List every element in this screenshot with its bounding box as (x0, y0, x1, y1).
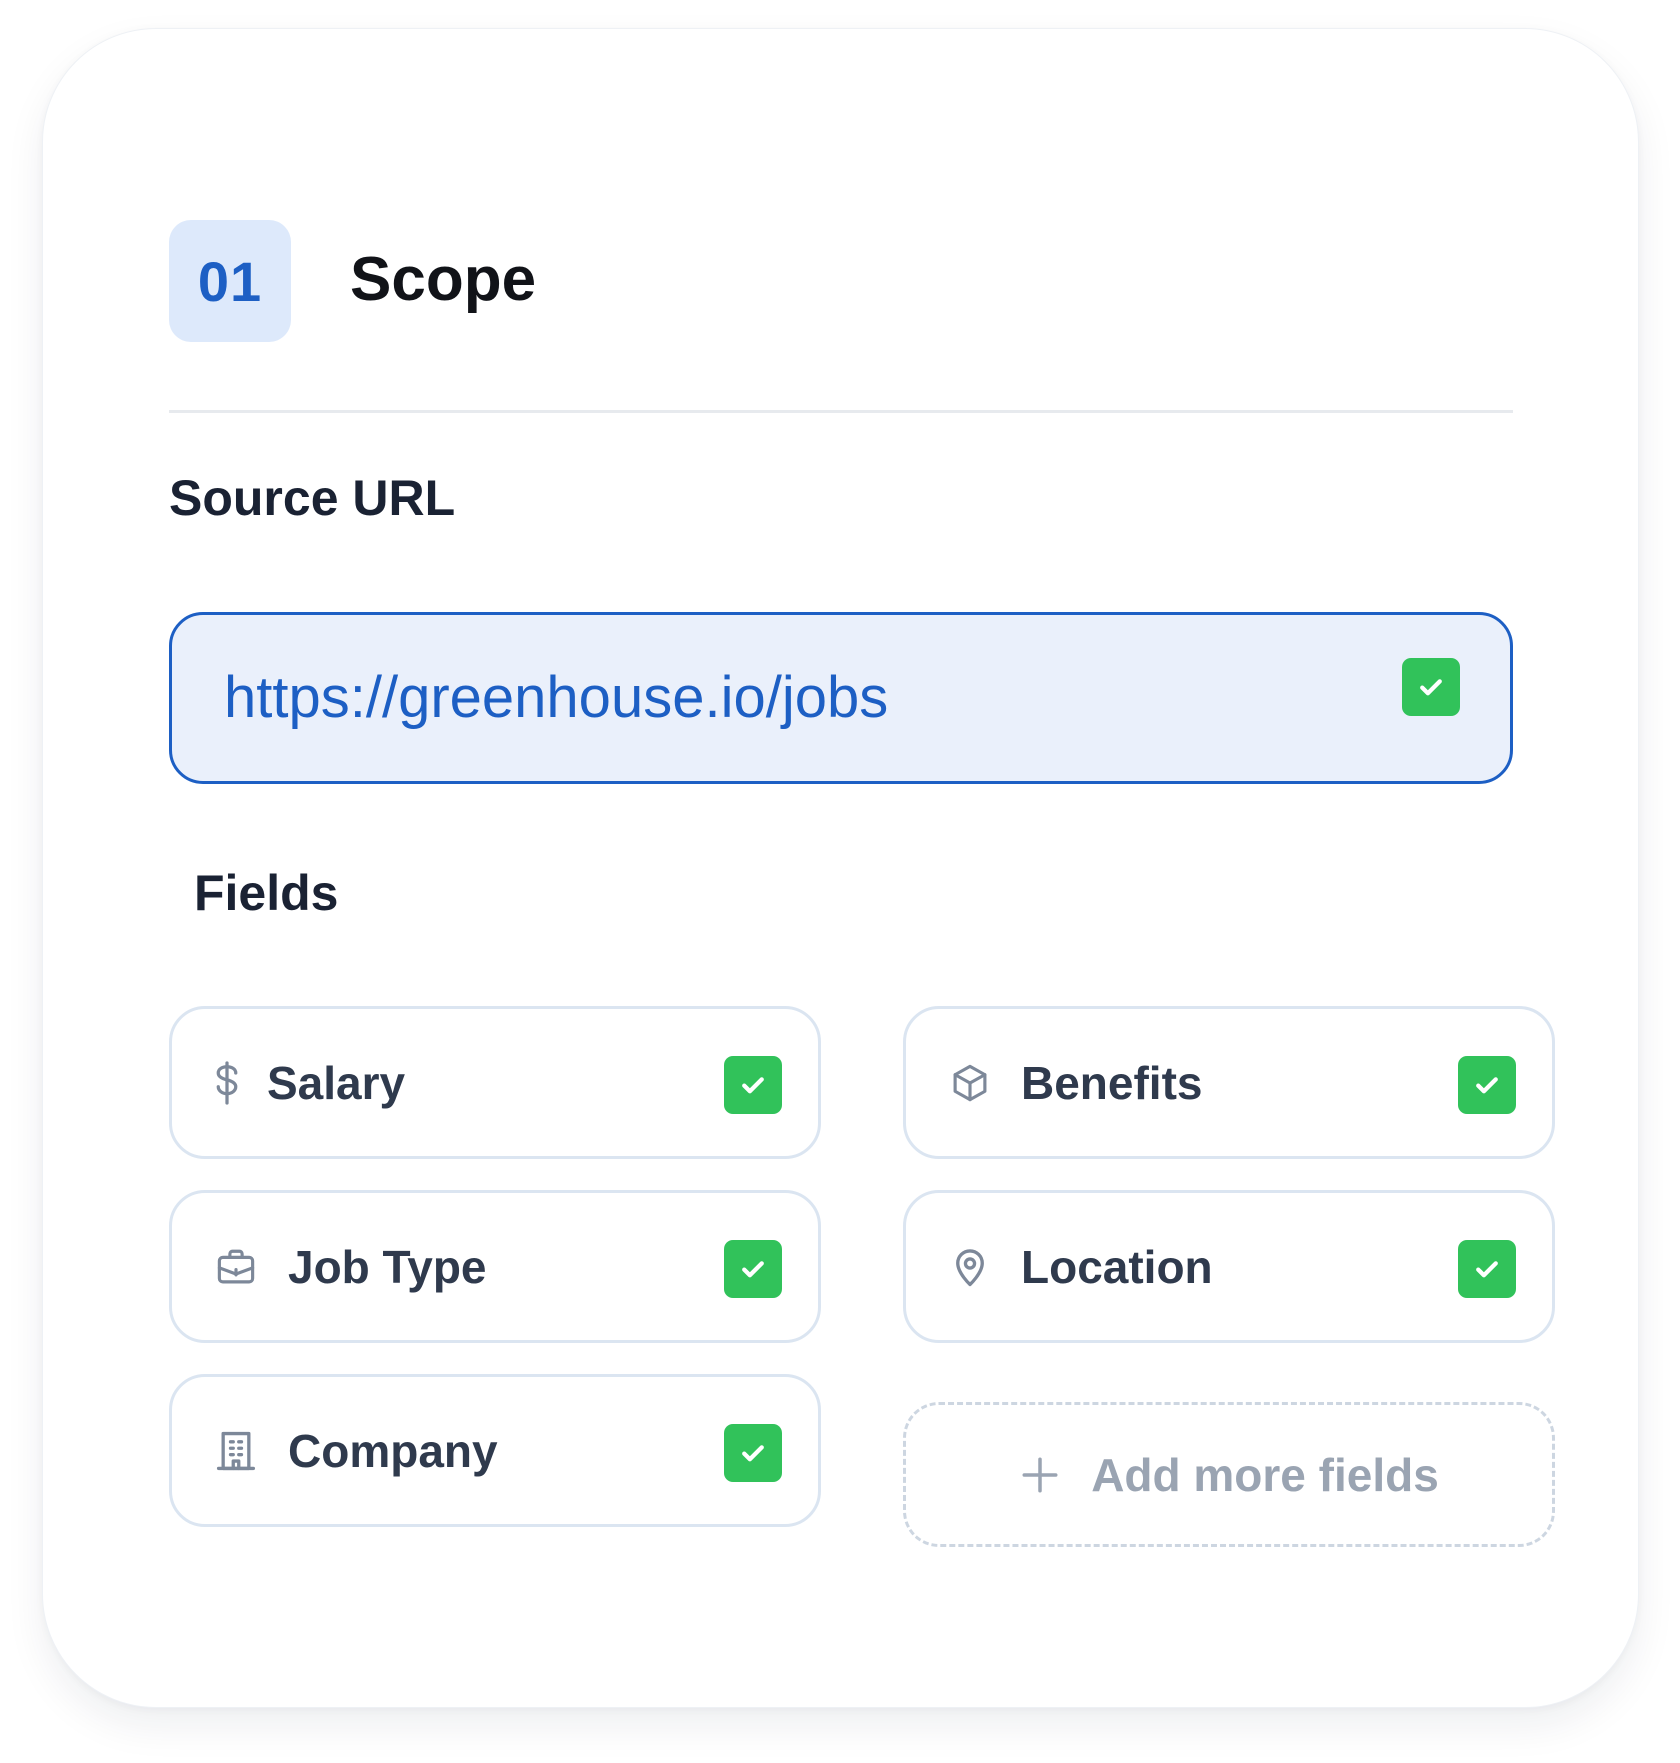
field-card-salary[interactable]: Salary (169, 1006, 821, 1159)
scope-card: 01 Scope Source URL https://greenhouse.i… (42, 28, 1639, 1708)
add-more-fields-label: Add more fields (1091, 1448, 1439, 1501)
step-number-badge: 01 (169, 220, 291, 342)
check-icon (742, 1077, 764, 1094)
box-icon (948, 1061, 992, 1105)
field-check-company[interactable] (724, 1424, 782, 1482)
field-label-salary: Salary (267, 1056, 406, 1109)
field-card-job-type[interactable]: Job Type (169, 1190, 821, 1343)
url-verified-check (1402, 658, 1460, 716)
field-check-job-type[interactable] (724, 1240, 782, 1298)
field-check-location[interactable] (1458, 1240, 1516, 1298)
field-label-benefits: Benefits (1021, 1056, 1203, 1109)
field-card-company[interactable]: Company (169, 1374, 821, 1527)
dollar-icon (209, 1055, 245, 1111)
field-label-location: Location (1021, 1240, 1213, 1293)
check-icon (1476, 1261, 1498, 1278)
plus-icon (1019, 1454, 1061, 1496)
map-pin-icon (948, 1244, 992, 1290)
step-title: Scope (350, 245, 537, 314)
source-url-input[interactable]: https://greenhouse.io/jobs (169, 612, 1513, 784)
add-more-fields-button[interactable]: Add more fields (903, 1402, 1555, 1547)
header-divider (169, 410, 1513, 413)
fields-label: Fields (194, 865, 339, 921)
field-label-company: Company (288, 1424, 498, 1477)
check-icon (742, 1445, 764, 1462)
field-check-salary[interactable] (724, 1056, 782, 1114)
field-check-benefits[interactable] (1458, 1056, 1516, 1114)
check-icon (742, 1261, 764, 1278)
source-url-label: Source URL (169, 470, 456, 526)
field-label-job-type: Job Type (288, 1240, 487, 1293)
field-card-benefits[interactable]: Benefits (903, 1006, 1555, 1159)
briefcase-icon (213, 1245, 259, 1289)
check-icon (1420, 679, 1442, 696)
check-icon (1476, 1077, 1498, 1094)
source-url-value: https://greenhouse.io/jobs (224, 665, 889, 730)
building-icon (213, 1428, 259, 1474)
field-card-location[interactable]: Location (903, 1190, 1555, 1343)
